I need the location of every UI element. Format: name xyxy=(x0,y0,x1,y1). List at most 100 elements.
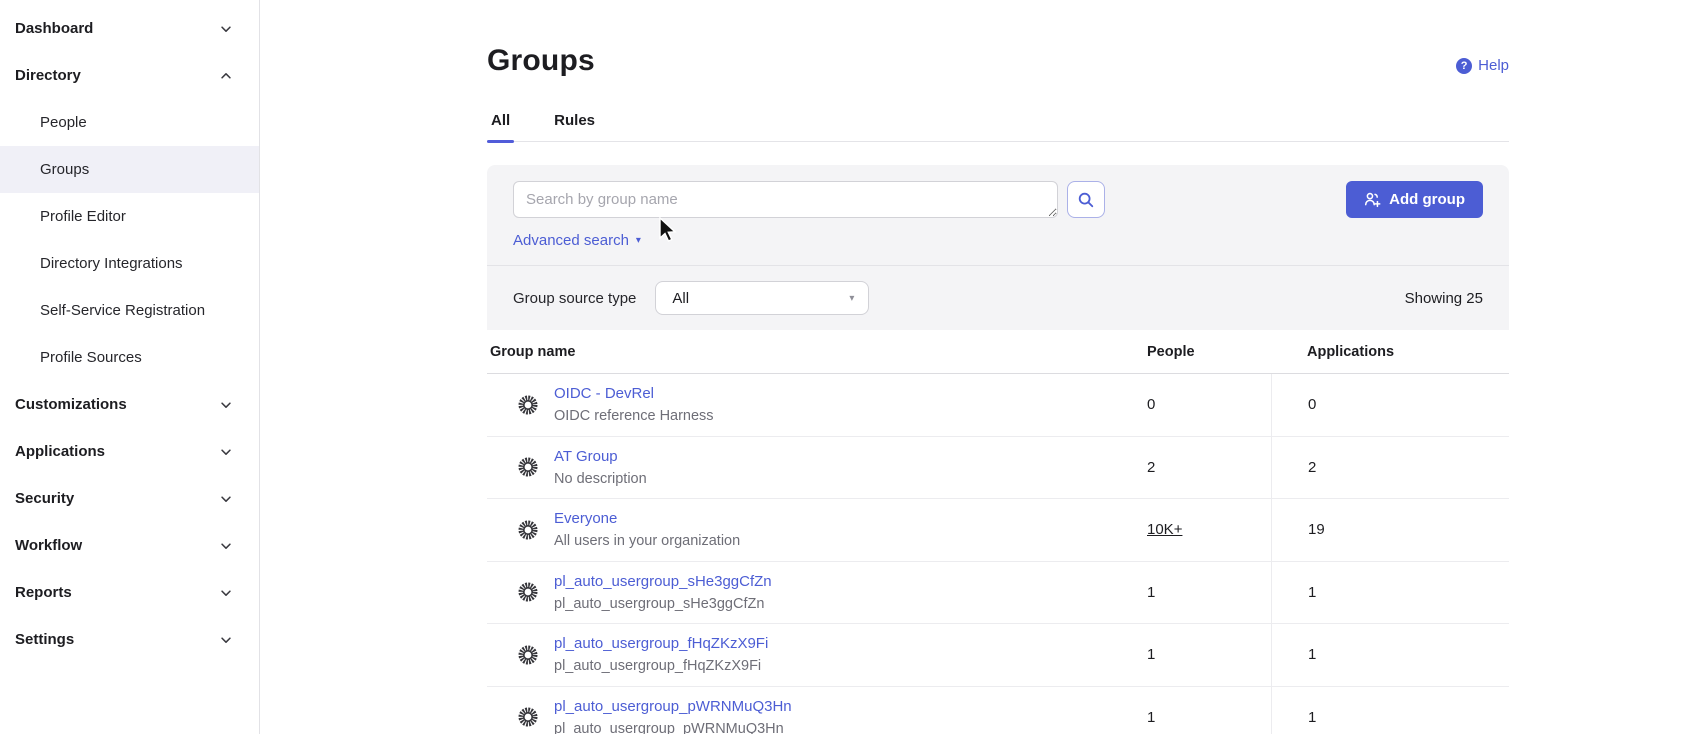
tab-label: All xyxy=(491,112,510,129)
sidebar-item-directory[interactable]: Directory xyxy=(0,52,259,99)
table-row: AT Group No description 2 2 xyxy=(487,437,1509,500)
table-header-row: Group name People Applications xyxy=(487,330,1509,374)
sidebar-subitem-label: Profile Editor xyxy=(40,208,126,225)
chevron-down-icon xyxy=(219,69,233,83)
group-name-link[interactable]: pl_auto_usergroup_pWRNMuQ3Hn xyxy=(554,698,792,715)
people-count[interactable]: 10K+ xyxy=(1147,521,1182,538)
group-icon xyxy=(516,580,540,604)
group-icon xyxy=(516,705,540,729)
advanced-search-link[interactable]: Advanced search ▾ xyxy=(513,232,641,249)
filter-panel: Add group Advanced search ▾ Group source… xyxy=(487,165,1509,330)
group-source-type-value: All xyxy=(672,290,689,307)
applications-count: 1 xyxy=(1308,584,1316,601)
sidebar-section-label: Workflow xyxy=(15,537,82,554)
column-header-applications[interactable]: Applications xyxy=(1271,344,1509,360)
group-description: pl_auto_usergroup_sHe3ggCfZn xyxy=(554,596,772,612)
app-window: Dashboard Directory People Groups Profil… xyxy=(0,0,1687,734)
group-icon xyxy=(516,518,540,542)
group-icon xyxy=(516,393,540,417)
applications-count: 1 xyxy=(1308,709,1316,726)
tab-label: Rules xyxy=(554,112,595,129)
table-row: pl_auto_usergroup_fHqZKzX9Fi pl_auto_use… xyxy=(487,624,1509,687)
search-input[interactable] xyxy=(513,181,1058,218)
applications-count: 19 xyxy=(1308,521,1325,538)
group-description: No description xyxy=(554,471,647,487)
search-button[interactable] xyxy=(1067,181,1105,218)
select-caret-icon: ▾ xyxy=(849,293,854,304)
sidebar-item-dashboard[interactable]: Dashboard xyxy=(0,5,259,52)
group-description: pl_auto_usergroup_fHqZKzX9Fi xyxy=(554,658,768,674)
sidebar-item-reports[interactable]: Reports xyxy=(0,569,259,616)
chevron-down-icon xyxy=(219,633,233,647)
main-content: ? Help Groups All Rules xyxy=(260,0,1687,734)
sidebar-subitem-label: Directory Integrations xyxy=(40,255,183,272)
sidebar-section-label: Dashboard xyxy=(15,20,93,37)
group-name-link[interactable]: OIDC - DevRel xyxy=(554,385,654,402)
group-description: OIDC reference Harness xyxy=(554,408,714,424)
add-group-icon xyxy=(1364,191,1381,208)
column-header-group-name[interactable]: Group name xyxy=(487,344,1147,360)
table-row: pl_auto_usergroup_pWRNMuQ3Hn pl_auto_use… xyxy=(487,687,1509,734)
sidebar-item-security[interactable]: Security xyxy=(0,475,259,522)
sidebar-item-groups[interactable]: Groups xyxy=(0,146,259,193)
sidebar-section-label: Directory xyxy=(15,67,81,84)
sidebar-item-people[interactable]: People xyxy=(0,99,259,146)
sidebar-item-profile-sources[interactable]: Profile Sources xyxy=(0,334,259,381)
group-name-link[interactable]: Everyone xyxy=(554,510,617,527)
group-description: All users in your organization xyxy=(554,533,740,549)
people-count: 1 xyxy=(1147,709,1155,726)
sidebar-item-applications[interactable]: Applications xyxy=(0,428,259,475)
group-icon xyxy=(516,455,540,479)
applications-count: 0 xyxy=(1308,396,1316,413)
table-row: OIDC - DevRel OIDC reference Harness 0 0 xyxy=(487,374,1509,437)
sidebar-item-settings[interactable]: Settings xyxy=(0,616,259,663)
column-header-people[interactable]: People xyxy=(1147,344,1271,360)
sidebar: Dashboard Directory People Groups Profil… xyxy=(0,0,260,734)
showing-count: Showing 25 xyxy=(1405,290,1483,307)
tab-bar: All Rules xyxy=(487,112,1509,142)
people-count: 1 xyxy=(1147,584,1155,601)
chevron-down-icon xyxy=(219,539,233,553)
people-count: 1 xyxy=(1147,646,1155,663)
sidebar-item-directory-integrations[interactable]: Directory Integrations xyxy=(0,240,259,287)
sidebar-subitem-label: Profile Sources xyxy=(40,349,142,366)
sidebar-section-label: Reports xyxy=(15,584,72,601)
table-body: OIDC - DevRel OIDC reference Harness 0 0… xyxy=(487,374,1509,734)
group-source-type-select[interactable]: All ▾ xyxy=(655,281,869,315)
people-count: 2 xyxy=(1147,459,1155,476)
advanced-search-caret-icon: ▾ xyxy=(636,235,641,246)
search-icon xyxy=(1077,191,1095,209)
group-name-link[interactable]: AT Group xyxy=(554,448,618,465)
group-icon xyxy=(516,643,540,667)
sidebar-subitem-label: People xyxy=(40,114,87,131)
add-group-button[interactable]: Add group xyxy=(1346,181,1483,218)
sidebar-section-label: Security xyxy=(15,490,74,507)
chevron-down-icon xyxy=(219,445,233,459)
sidebar-item-customizations[interactable]: Customizations xyxy=(0,381,259,428)
tab-rules[interactable]: Rules xyxy=(550,112,599,141)
chevron-down-icon xyxy=(219,492,233,506)
chevron-down-icon xyxy=(219,398,233,412)
group-name-link[interactable]: pl_auto_usergroup_sHe3ggCfZn xyxy=(554,573,772,590)
advanced-search-label: Advanced search xyxy=(513,232,629,249)
sidebar-subitem-label: Self-Service Registration xyxy=(40,302,205,319)
sidebar-item-self-service-registration[interactable]: Self-Service Registration xyxy=(0,287,259,334)
table-row: Everyone All users in your organization … xyxy=(487,499,1509,562)
page-title: Groups xyxy=(487,44,1509,78)
applications-count: 2 xyxy=(1308,459,1316,476)
sidebar-item-workflow[interactable]: Workflow xyxy=(0,522,259,569)
people-count: 0 xyxy=(1147,396,1155,413)
sidebar-item-profile-editor[interactable]: Profile Editor xyxy=(0,193,259,240)
table-row: pl_auto_usergroup_sHe3ggCfZn pl_auto_use… xyxy=(487,562,1509,625)
group-description: pl_auto_usergroup_pWRNMuQ3Hn xyxy=(554,721,792,734)
sidebar-section-label: Settings xyxy=(15,631,74,648)
group-name-link[interactable]: pl_auto_usergroup_fHqZKzX9Fi xyxy=(554,635,768,652)
chevron-down-icon xyxy=(219,22,233,36)
tab-all[interactable]: All xyxy=(487,112,514,141)
sidebar-subitem-label: Groups xyxy=(40,161,89,178)
groups-table: Group name People Applications OIDC - De… xyxy=(487,330,1509,734)
chevron-down-icon xyxy=(219,586,233,600)
sidebar-section-label: Applications xyxy=(15,443,105,460)
group-source-type-label: Group source type xyxy=(513,290,636,307)
sidebar-section-label: Customizations xyxy=(15,396,127,413)
